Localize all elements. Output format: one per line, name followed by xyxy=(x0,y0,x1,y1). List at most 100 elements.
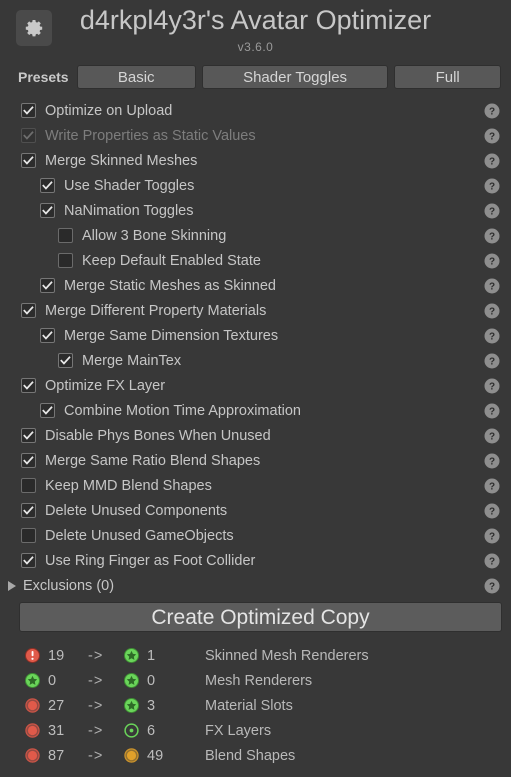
option-row[interactable]: Merge Different Property Materials? xyxy=(0,298,511,323)
option-label: Use Shader Toggles xyxy=(64,177,195,194)
stat-before-value: 19 xyxy=(48,647,65,664)
chevron-right-icon[interactable] xyxy=(8,580,16,591)
svg-text:?: ? xyxy=(489,281,495,292)
svg-text:?: ? xyxy=(489,231,495,242)
checkbox[interactable] xyxy=(21,478,36,493)
stat-arrow: -> xyxy=(88,647,104,664)
preset-button-basic[interactable]: Basic xyxy=(76,65,196,89)
option-label: Use Ring Finger as Foot Collider xyxy=(45,552,256,569)
svg-text:?: ? xyxy=(489,131,495,142)
checkbox[interactable] xyxy=(21,528,36,543)
create-optimized-copy-button[interactable]: Create Optimized Copy xyxy=(19,602,502,632)
option-label: Allow 3 Bone Skinning xyxy=(82,227,227,244)
help-icon[interactable]: ? xyxy=(484,253,500,269)
help-icon[interactable]: ? xyxy=(484,553,500,569)
star-circle-icon xyxy=(124,698,139,713)
option-row[interactable]: Write Properties as Static Values? xyxy=(0,123,511,148)
option-row[interactable]: Keep MMD Blend Shapes? xyxy=(0,473,511,498)
option-row[interactable]: Allow 3 Bone Skinning? xyxy=(0,223,511,248)
help-icon[interactable]: ? xyxy=(484,303,500,319)
checkbox[interactable] xyxy=(21,553,36,568)
stat-label: FX Layers xyxy=(205,722,272,739)
app-header: d4rkpl4y3r's Avatar Optimizer v3.6.0 xyxy=(0,0,511,60)
svg-text:?: ? xyxy=(489,306,495,317)
option-label: Keep MMD Blend Shapes xyxy=(45,477,212,494)
checkbox[interactable] xyxy=(58,253,73,268)
option-row[interactable]: Merge Static Meshes as Skinned? xyxy=(0,273,511,298)
help-icon[interactable]: ? xyxy=(484,328,500,344)
option-row[interactable]: NaNimation Toggles? xyxy=(0,198,511,223)
option-row[interactable]: Merge Same Ratio Blend Shapes? xyxy=(0,448,511,473)
option-row[interactable]: Combine Motion Time Approximation? xyxy=(0,398,511,423)
checkbox[interactable] xyxy=(21,303,36,318)
help-icon[interactable]: ? xyxy=(484,228,500,244)
option-row[interactable]: Delete Unused GameObjects? xyxy=(0,523,511,548)
help-icon[interactable]: ? xyxy=(484,453,500,469)
stat-arrow: -> xyxy=(88,672,104,689)
stat-arrow: -> xyxy=(88,697,104,714)
stat-after-value: 6 xyxy=(147,722,156,739)
stat-row: 19 -> 1 Skinned Mesh Renderers xyxy=(0,643,511,668)
presets-label: Presets xyxy=(18,69,69,85)
help-icon[interactable]: ? xyxy=(484,403,500,419)
checkbox[interactable] xyxy=(58,353,73,368)
help-icon[interactable]: ? xyxy=(484,128,500,144)
option-row[interactable]: Use Ring Finger as Foot Collider? xyxy=(0,548,511,573)
help-icon[interactable]: ? xyxy=(484,528,500,544)
checkbox[interactable] xyxy=(21,453,36,468)
stat-row: 27 -> 3 Material Slots xyxy=(0,693,511,718)
option-row[interactable]: Optimize on Upload? xyxy=(0,98,511,123)
checkbox[interactable] xyxy=(21,103,36,118)
help-icon[interactable]: ? xyxy=(484,353,500,369)
checkbox[interactable] xyxy=(40,328,55,343)
checkbox[interactable] xyxy=(40,403,55,418)
option-label: Merge Same Dimension Textures xyxy=(64,327,279,344)
option-row[interactable]: Merge Same Dimension Textures? xyxy=(0,323,511,348)
checkbox[interactable] xyxy=(21,428,36,443)
svg-text:?: ? xyxy=(489,256,495,267)
help-icon[interactable]: ? xyxy=(484,503,500,519)
option-row[interactable]: Merge Skinned Meshes? xyxy=(0,148,511,173)
star-circle-icon xyxy=(124,648,139,663)
checkbox[interactable] xyxy=(21,378,36,393)
preset-button-full[interactable]: Full xyxy=(394,65,502,89)
preset-button-shader-toggles[interactable]: Shader Toggles xyxy=(201,65,389,89)
help-icon[interactable]: ? xyxy=(484,203,500,219)
option-row[interactable]: Keep Default Enabled State? xyxy=(0,248,511,273)
help-icon[interactable]: ? xyxy=(484,153,500,169)
option-row[interactable]: Use Shader Toggles? xyxy=(0,173,511,198)
checkbox[interactable] xyxy=(40,178,55,193)
svg-text:?: ? xyxy=(489,381,495,392)
help-icon[interactable]: ? xyxy=(484,428,500,444)
stat-before-value: 0 xyxy=(48,672,57,689)
help-icon[interactable]: ? xyxy=(484,378,500,394)
checkbox[interactable] xyxy=(40,278,55,293)
option-label: Merge Different Property Materials xyxy=(45,302,267,319)
checkbox[interactable] xyxy=(21,128,36,143)
option-row[interactable]: Delete Unused Components? xyxy=(0,498,511,523)
option-label: Combine Motion Time Approximation xyxy=(64,402,301,419)
checkbox[interactable] xyxy=(40,203,55,218)
star-circle-icon xyxy=(124,673,139,688)
help-icon[interactable]: ? xyxy=(484,278,500,294)
option-label: Merge Skinned Meshes xyxy=(45,152,198,169)
svg-text:?: ? xyxy=(489,431,495,442)
help-icon[interactable]: ? xyxy=(484,178,500,194)
checkbox[interactable] xyxy=(58,228,73,243)
option-label: Disable Phys Bones When Unused xyxy=(45,427,271,444)
version-label: v3.6.0 xyxy=(237,40,274,54)
help-icon[interactable]: ? xyxy=(484,103,500,119)
option-row[interactable]: Merge MainTex? xyxy=(0,348,511,373)
option-label: Merge MainTex xyxy=(82,352,182,369)
stat-label: Blend Shapes xyxy=(205,747,296,764)
help-icon[interactable]: ? xyxy=(484,478,500,494)
checkbox[interactable] xyxy=(21,153,36,168)
option-row[interactable]: Disable Phys Bones When Unused? xyxy=(0,423,511,448)
stat-row: 0 -> 0 Mesh Renderers xyxy=(0,668,511,693)
exclusions-foldout[interactable]: Exclusions (0) ? xyxy=(0,573,511,598)
help-icon[interactable]: ? xyxy=(484,578,500,594)
option-row[interactable]: Optimize FX Layer? xyxy=(0,373,511,398)
checkbox[interactable] xyxy=(21,503,36,518)
options-list: Optimize on Upload? Write Properties as S… xyxy=(0,98,511,573)
presets-row: Presets Basic Shader Toggles Full xyxy=(18,64,502,90)
